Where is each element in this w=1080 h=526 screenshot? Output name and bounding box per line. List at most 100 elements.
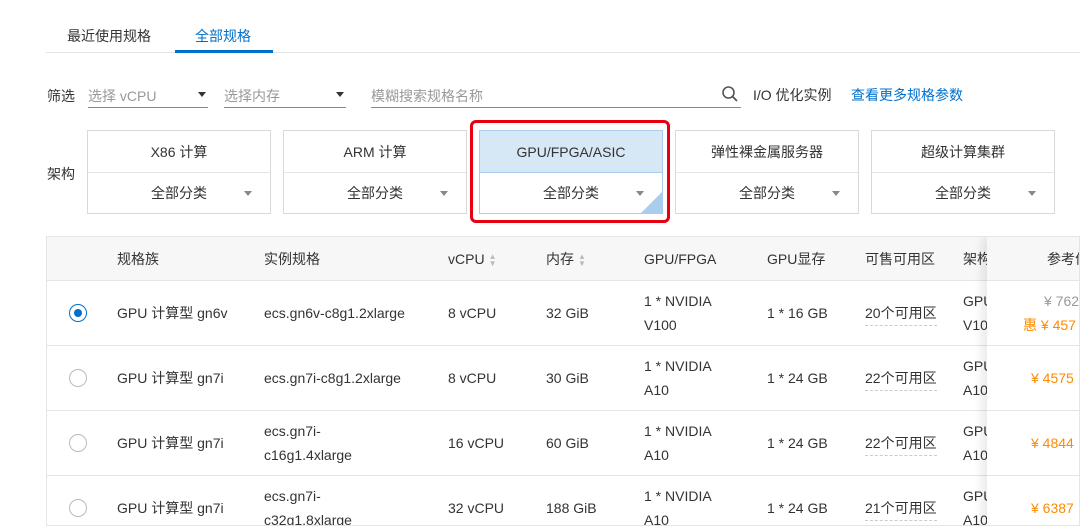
- sort-icon[interactable]: ▲ ▼: [489, 253, 497, 268]
- cell-vcpu: 8 vCPU: [448, 370, 497, 386]
- vcpu-select[interactable]: 选择 vCPU: [88, 82, 208, 108]
- line: A10: [963, 382, 988, 398]
- arch-card-x86[interactable]: X86 计算 全部分类: [87, 130, 271, 214]
- arch-card-arm[interactable]: ARM 计算全部分类: [283, 130, 467, 214]
- cell-spec: ecs.gn7i-c32g1.8xlarge: [264, 484, 434, 526]
- card-title[interactable]: 超级计算集群: [872, 131, 1054, 173]
- search-placeholder: 模糊搜索规格名称: [371, 88, 483, 104]
- cell-gmem: 1 * 24 GB: [767, 500, 828, 516]
- cell-vcpu: 16 vCPU: [448, 435, 505, 451]
- line: 1 * NVIDIA: [644, 488, 712, 504]
- category-select[interactable]: 全部分类: [676, 173, 858, 214]
- cell-zones[interactable]: 22个可用区: [865, 431, 937, 456]
- line: A10: [963, 512, 988, 526]
- memory-select[interactable]: 选择内存: [224, 82, 346, 108]
- cell-spec: ecs.gn7i-c16g1.4xlarge: [264, 419, 434, 467]
- card-title[interactable]: ARM 计算: [284, 131, 466, 173]
- cell-gmem: 1 * 24 GB: [767, 435, 828, 451]
- table-header: 规格族 实例规格 vCPU ▲ ▼ 内存 ▲ ▼ GPU/FPGA GPU显存 可售可用…: [47, 237, 1079, 281]
- filter-label: 筛选: [47, 88, 75, 104]
- chevron-down-icon: [1028, 191, 1036, 200]
- chevron-down-icon: [832, 191, 840, 200]
- row-radio[interactable]: [69, 499, 87, 517]
- line: A10: [644, 512, 669, 526]
- line: ecs.gn7i-: [264, 423, 321, 439]
- arch-card-scc[interactable]: 超级计算集群全部分类: [871, 130, 1055, 214]
- cell-family: GPU 计算型 gn7i: [117, 370, 224, 386]
- cell-gpu: 1 * NVIDIA A10: [644, 419, 754, 467]
- chevron-down-icon: [244, 191, 252, 200]
- line: V100: [644, 317, 677, 333]
- category-select[interactable]: 全部分类: [872, 173, 1054, 214]
- original-price: ¥ 7620: [1044, 293, 1080, 309]
- table-row[interactable]: GPU 计算型 gn6v ecs.gn6v-c8g1.2xlarge 8 vCP…: [47, 281, 1079, 346]
- cell-spec: ecs.gn7i-c8g1.2xlarge: [264, 366, 434, 390]
- cell-mem: 30 GiB: [546, 370, 589, 386]
- cell-family: GPU 计算型 gn6v: [117, 305, 228, 321]
- spec-table: 规格族 实例规格 vCPU ▲ ▼ 内存 ▲ ▼ GPU/FPGA GPU显存 可售可用…: [46, 236, 1080, 526]
- col-zones: 可售可用区: [865, 251, 935, 267]
- arch-label: 架构: [47, 166, 75, 182]
- price-cell: ¥ 7620 惠 ¥ 457: [987, 281, 1080, 346]
- card-sub: 全部分类: [935, 185, 991, 201]
- col-family: 规格族: [117, 251, 159, 267]
- price-cell: ¥ 4575: [987, 346, 1079, 411]
- row-radio[interactable]: [69, 434, 87, 452]
- col-gmem: GPU显存: [767, 251, 826, 267]
- card-sub: 全部分类: [739, 185, 795, 201]
- line: A10: [963, 447, 988, 463]
- line: 1 * NVIDIA: [644, 293, 712, 309]
- line: A10: [644, 447, 669, 463]
- memory-placeholder: 选择内存: [224, 88, 280, 104]
- line: A10: [644, 382, 669, 398]
- table-row[interactable]: GPU 计算型 gn7i ecs.gn7i-c8g1.2xlarge 8 vCP…: [47, 346, 1079, 411]
- chevron-down-icon: [440, 191, 448, 200]
- cell-zones[interactable]: 21个可用区: [865, 496, 937, 521]
- line: c16g1.4xlarge: [264, 447, 352, 463]
- cell-vcpu: 8 vCPU: [448, 305, 497, 321]
- table-row[interactable]: GPU 计算型 gn7i ecs.gn7i-c16g1.4xlarge 16 v…: [47, 411, 1079, 476]
- cell-spec: ecs.gn6v-c8g1.2xlarge: [264, 301, 434, 325]
- category-select[interactable]: 全部分类: [88, 173, 270, 214]
- col-gpu: GPU/FPGA: [644, 251, 717, 267]
- line: c32g1.8xlarge: [264, 512, 352, 526]
- table-row[interactable]: GPU 计算型 gn7i ecs.gn7i-c32g1.8xlarge 32 v…: [47, 476, 1079, 526]
- cell-gpu: 1 * NVIDIA A10: [644, 354, 754, 402]
- more-params-link[interactable]: 查看更多规格参数: [851, 85, 963, 105]
- search-input[interactable]: 模糊搜索规格名称: [371, 82, 741, 108]
- price: ¥ 6387: [1031, 500, 1074, 516]
- line: 1 * NVIDIA: [644, 423, 712, 439]
- chevron-down-icon: [198, 92, 206, 101]
- card-title[interactable]: 弹性裸金属服务器: [676, 131, 858, 173]
- cell-gmem: 1 * 24 GB: [767, 370, 828, 386]
- arch-card-baremetal[interactable]: 弹性裸金属服务器全部分类: [675, 130, 859, 214]
- tab-recent[interactable]: 最近使用规格: [67, 26, 151, 46]
- line: 1 * NVIDIA: [644, 358, 712, 374]
- sort-icon[interactable]: ▲ ▼: [578, 253, 586, 268]
- price-cell: ¥ 6387: [987, 476, 1079, 525]
- cell-zones[interactable]: 20个可用区: [865, 301, 937, 326]
- category-select[interactable]: 全部分类: [284, 173, 466, 214]
- cell-family: GPU 计算型 gn7i: [117, 435, 224, 451]
- row-radio[interactable]: [69, 304, 87, 322]
- line: ecs.gn7i-c8g1.2xlarge: [264, 370, 401, 386]
- cell-vcpu: 32 vCPU: [448, 500, 505, 516]
- cell-gpu: 1 * NVIDIA V100: [644, 289, 754, 337]
- active-tab-indicator: [175, 50, 273, 53]
- cell-mem: 188 GiB: [546, 500, 597, 516]
- highlight-box: [470, 120, 670, 223]
- col-mem[interactable]: 内存 ▲ ▼: [546, 247, 586, 271]
- col-spec: 实例规格: [264, 251, 320, 267]
- line: V10: [963, 317, 988, 333]
- line: ecs.gn7i-: [264, 488, 321, 504]
- card-title[interactable]: X86 计算: [88, 131, 270, 173]
- cell-zones[interactable]: 22个可用区: [865, 366, 937, 391]
- card-sub: 全部分类: [347, 185, 403, 201]
- row-radio[interactable]: [69, 369, 87, 387]
- io-optimized-label[interactable]: I/O 优化实例: [753, 85, 832, 105]
- col-vcpu[interactable]: vCPU ▲ ▼: [448, 247, 496, 271]
- price-cell: ¥ 4844: [987, 411, 1079, 476]
- search-icon[interactable]: [721, 85, 739, 103]
- cell-mem: 60 GiB: [546, 435, 589, 451]
- tab-all[interactable]: 全部规格: [195, 26, 251, 46]
